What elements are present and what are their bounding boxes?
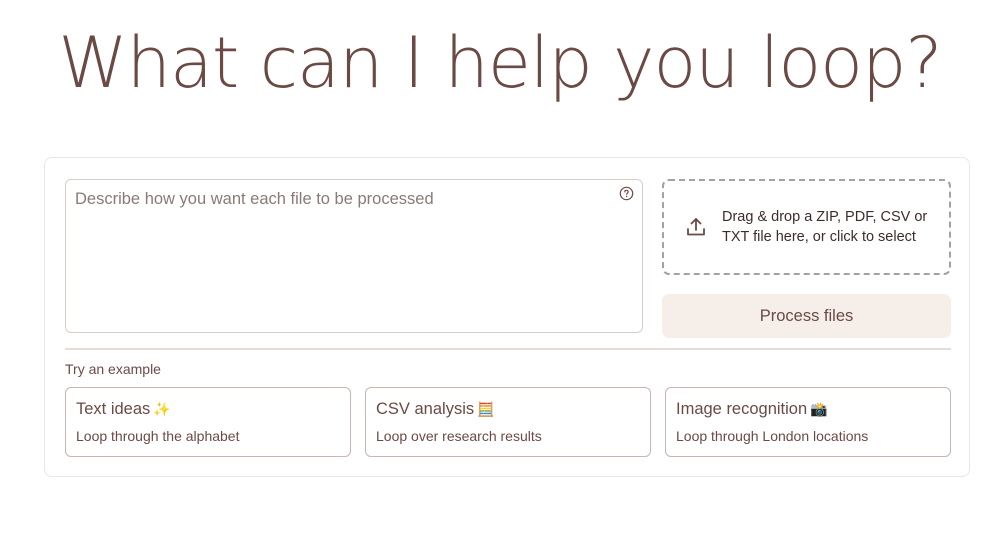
upload-icon [687, 218, 705, 236]
example-text-ideas[interactable]: Text ideas ✨ Loop through the alphabet [65, 387, 351, 457]
abacus-icon: 🧮 [477, 401, 495, 417]
page: What can I help you loop? Drag & drop a … [0, 0, 1000, 539]
sparkles-icon: ✨ [153, 401, 171, 417]
page-title: What can I help you loop? [58, 22, 942, 104]
loop-form-card: Drag & drop a ZIP, PDF, CSV or TXT file … [44, 157, 970, 477]
process-files-button[interactable]: Process files [662, 294, 951, 338]
example-subtitle: Loop through the alphabet [76, 428, 240, 444]
example-subtitle: Loop over research results [376, 428, 542, 444]
example-image-recognition[interactable]: Image recognition 📸 Loop through London l… [665, 387, 951, 457]
example-title: Image recognition 📸 [676, 400, 828, 418]
prompt-container [65, 179, 643, 333]
example-title: Text ideas ✨ [76, 400, 171, 418]
dropzone-label: Drag & drop a ZIP, PDF, CSV or TXT file … [722, 209, 928, 245]
camera-flash-icon: 📸 [810, 401, 828, 417]
prompt-input[interactable] [66, 180, 642, 332]
help-circle-icon[interactable] [619, 186, 634, 201]
examples-label: Try an example [65, 361, 161, 377]
file-dropzone[interactable]: Drag & drop a ZIP, PDF, CSV or TXT file … [662, 179, 951, 275]
example-csv-analysis[interactable]: CSV analysis 🧮 Loop over research results [365, 387, 651, 457]
divider [65, 348, 951, 350]
example-title: CSV analysis 🧮 [376, 400, 495, 418]
example-subtitle: Loop through London locations [676, 428, 869, 444]
